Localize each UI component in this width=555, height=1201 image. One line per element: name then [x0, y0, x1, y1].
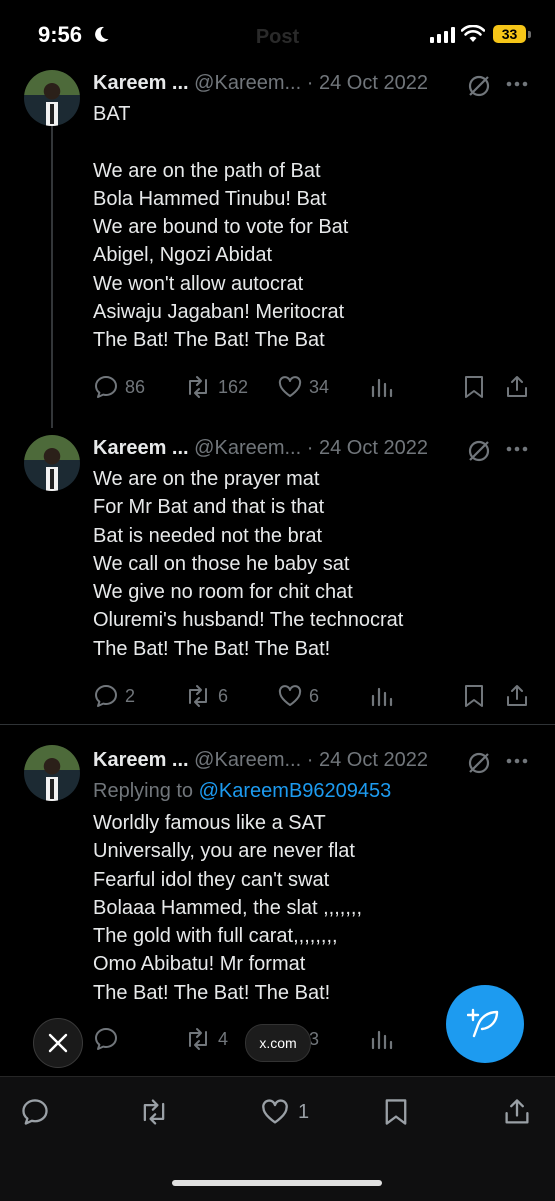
views-icon: [371, 378, 393, 398]
reply-icon: [95, 376, 117, 398]
share-button[interactable]: [505, 372, 529, 402]
more-icon[interactable]: [506, 81, 528, 87]
like-button[interactable]: 34: [277, 372, 329, 402]
status-bar: 9:56 Post 33: [0, 0, 555, 70]
like-count: 6: [309, 685, 320, 706]
tweet-date[interactable]: 24 Oct 2022: [319, 72, 428, 94]
author-name[interactable]: Kareem ...: [93, 72, 189, 94]
separator: ·: [306, 749, 314, 771]
repost-count: 4: [218, 1028, 229, 1049]
bottom-like-button[interactable]: 1: [260, 1094, 309, 1130]
tweet[interactable]: Kareem ... @Kareem... · 24 Oct 2022 We a…: [0, 433, 555, 723]
like-count: 34: [309, 376, 330, 397]
share-icon: [507, 685, 527, 706]
close-button[interactable]: [33, 1018, 83, 1068]
avatar[interactable]: [24, 745, 80, 801]
separator: ·: [306, 72, 314, 94]
views-button[interactable]: [370, 681, 394, 711]
reply-icon: [95, 685, 117, 707]
author-name[interactable]: Kareem ...: [93, 749, 189, 771]
views-button[interactable]: [370, 1024, 394, 1054]
avatar[interactable]: [24, 70, 80, 126]
reply-icon: [22, 1099, 48, 1125]
bottom-share-button[interactable]: [503, 1094, 531, 1130]
reply-icon: [95, 1028, 117, 1050]
close-icon: [48, 1033, 68, 1053]
tweet-divider: [0, 724, 555, 725]
bottom-like-count: 1: [298, 1100, 310, 1123]
reply-button[interactable]: 2: [93, 681, 135, 711]
bookmark-icon: [465, 376, 483, 398]
views-icon: [371, 687, 393, 707]
battery-tip: [528, 31, 531, 38]
repost-button[interactable]: 4: [184, 1024, 228, 1054]
share-icon: [507, 376, 527, 397]
more-icon[interactable]: [506, 446, 528, 452]
tweet-text: Worldly famous like a SAT Universally, y…: [93, 812, 363, 1004]
heart-icon: [278, 376, 302, 397]
repost-button[interactable]: 162: [184, 372, 248, 402]
repost-icon: [189, 1028, 207, 1050]
bookmark-button[interactable]: [463, 681, 485, 711]
repost-count: 6: [218, 685, 229, 706]
views-icon: [371, 1030, 393, 1050]
reply-count: 2: [125, 685, 136, 706]
url-pill[interactable]: x.com: [245, 1024, 311, 1062]
author-handle[interactable]: @Kareem...: [194, 72, 301, 94]
tweet-header: Kareem ... @Kareem... · 24 Oct 2022: [93, 68, 428, 98]
home-indicator[interactable]: [172, 1180, 382, 1186]
reply-button[interactable]: 86: [93, 372, 145, 402]
separator: ·: [306, 437, 314, 459]
compose-feather-icon: [467, 1008, 499, 1038]
heart-icon: [278, 685, 302, 706]
heart-icon: [262, 1099, 288, 1124]
battery-icon: 33: [493, 25, 526, 43]
tweet-text: We are on the prayer mat For Mr Bat and …: [93, 468, 404, 660]
tweet-text: BAT We are on the path of Bat Bola Hamme…: [93, 103, 349, 352]
bookmark-icon: [385, 1099, 407, 1125]
replying-to-label: Replying to: [93, 780, 199, 802]
like-button[interactable]: 6: [277, 681, 319, 711]
repost-count: 162: [218, 376, 249, 397]
avatar[interactable]: [24, 435, 80, 491]
tweet-actions: 2 6 6: [0, 681, 555, 711]
tweet-date[interactable]: 24 Oct 2022: [319, 749, 428, 771]
author-handle[interactable]: @Kareem...: [194, 749, 301, 771]
bookmark-button[interactable]: [463, 372, 485, 402]
tweet-header: Kareem ... @Kareem... · 24 Oct 2022: [93, 745, 428, 775]
repost-icon: [143, 1099, 165, 1125]
grok-icon[interactable]: [466, 73, 492, 99]
wifi-icon: [461, 25, 485, 43]
reply-button[interactable]: [93, 1024, 119, 1054]
share-icon: [505, 1099, 529, 1124]
tweet-date[interactable]: 24 Oct 2022: [319, 437, 428, 459]
grok-icon[interactable]: [466, 750, 492, 776]
tweet-actions: 86 162 34: [0, 372, 555, 402]
reply-count: 86: [125, 376, 146, 397]
share-button[interactable]: [505, 681, 529, 711]
tweet[interactable]: Kareem ... @Kareem... · 24 Oct 2022 BAT …: [0, 68, 555, 418]
bottom-bookmark-button[interactable]: [382, 1094, 410, 1130]
views-button[interactable]: [370, 372, 394, 402]
author-handle[interactable]: @Kareem...: [194, 437, 301, 459]
bookmark-icon: [465, 685, 483, 707]
tweet-header: Kareem ... @Kareem... · 24 Oct 2022: [93, 433, 428, 463]
compose-button[interactable]: [446, 985, 524, 1063]
repost-button[interactable]: 6: [184, 681, 228, 711]
bottom-repost-button[interactable]: [138, 1094, 170, 1130]
repost-icon: [189, 685, 207, 707]
bottom-reply-button[interactable]: [20, 1094, 50, 1130]
replying-to: Replying to @KareemB96209453: [93, 776, 391, 806]
grok-icon[interactable]: [466, 438, 492, 464]
replying-to-mention[interactable]: @KareemB96209453: [199, 780, 392, 802]
more-icon[interactable]: [506, 758, 528, 764]
author-name[interactable]: Kareem ...: [93, 437, 189, 459]
repost-icon: [189, 376, 207, 398]
signal-icon: [430, 27, 456, 43]
